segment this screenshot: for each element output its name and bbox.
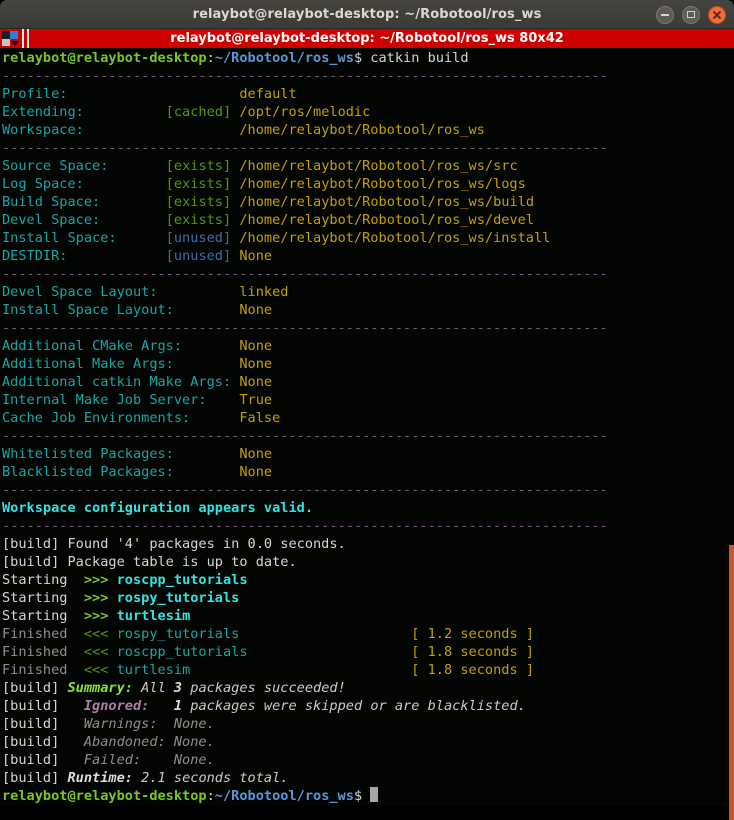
terminal-line: Devel Space: [exists] /home/relaybot/Rob… (2, 212, 535, 228)
terminal-window: relaybot@relaybot-desktop: ~/Robotool/ro… (0, 0, 734, 820)
terminal-line: relaybot@relaybot-desktop:~/Robotool/ros… (2, 787, 734, 805)
grid-cell-gray (2, 39, 10, 46)
terminal-line: relaybot@relaybot-desktop:~/Robotool/ros… (2, 50, 469, 66)
window-title: relaybot@relaybot-desktop: ~/Robotool/ro… (192, 6, 542, 22)
grid-cell-blue (10, 31, 18, 39)
screen-caption-bar: relaybot@relaybot-desktop: ~/Robotool/ro… (0, 29, 734, 48)
terminal-line: Workspace configuration appears valid. (2, 500, 313, 516)
terminal-line: Install Space: [unused] /home/relaybot/R… (2, 230, 551, 246)
terminal-line: [build] Ignored: 1 packages were skipped… (2, 698, 526, 714)
terminal-line: Whitelisted Packages: None (2, 446, 273, 462)
terminal-line: [build] Abandoned: None. (2, 734, 215, 750)
terminal-line: [build] Failed: None. (2, 752, 215, 768)
grid-cell-dark (2, 31, 10, 39)
terminal-content: relaybot@relaybot-desktop:~/Robotool/ros… (0, 48, 734, 806)
window-titlebar[interactable]: relaybot@relaybot-desktop: ~/Robotool/ro… (0, 0, 734, 29)
terminal-output[interactable]: relaybot@relaybot-desktop:~/Robotool/ros… (0, 48, 734, 820)
window-grid-icon (2, 31, 19, 46)
terminal-line: Install Space Layout: None (2, 302, 273, 318)
screen-caption-title: relaybot@relaybot-desktop: ~/Robotool/ro… (170, 31, 564, 46)
terminal-line: [build] Summary: All 3 packages succeede… (2, 680, 346, 696)
minimize-icon (661, 13, 669, 16)
scrollbar-thumb[interactable] (729, 545, 734, 820)
close-button[interactable] (708, 5, 726, 24)
minimize-button[interactable] (656, 5, 674, 24)
maximize-icon (687, 11, 695, 18)
terminal-line: ----------------------------------------… (2, 482, 608, 498)
terminal-line: Profile: default (2, 86, 297, 102)
terminal-line: ----------------------------------------… (2, 518, 608, 534)
terminal-line: [build] Runtime: 2.1 seconds total. (2, 770, 289, 786)
terminal-line: Internal Make Job Server: True (2, 392, 273, 408)
terminal-line: Blacklisted Packages: None (2, 464, 273, 480)
terminal-line: Finished <<< rospy_tutorials [ 1.2 secon… (2, 626, 534, 642)
terminal-line: Devel Space Layout: linked (2, 284, 289, 300)
close-icon (712, 10, 722, 20)
terminal-line: Starting >>> rospy_tutorials (2, 590, 240, 606)
terminal-line: Starting >>> turtlesim (2, 608, 191, 624)
terminal-line: Extending: [cached] /opt/ros/melodic (2, 104, 371, 120)
terminal-line: Cache Job Environments: False (2, 410, 281, 426)
terminal-line: Finished <<< turtlesim [ 1.8 seconds ] (2, 662, 535, 678)
terminal-line: Additional catkin Make Args: None (2, 374, 273, 390)
terminal-line: Log Space: [exists] /home/relaybot/Robot… (2, 176, 526, 192)
terminal-line: ----------------------------------------… (2, 68, 608, 84)
terminal-line: [build] Package table is up to date. (2, 554, 297, 570)
terminal-line: ----------------------------------------… (2, 266, 608, 282)
terminal-line: ----------------------------------------… (2, 320, 608, 336)
terminal-line: Starting >>> roscpp_tutorials (2, 572, 248, 588)
terminal-line: ----------------------------------------… (2, 428, 608, 444)
terminal-line: Finished <<< roscpp_tutorials [ 1.8 seco… (2, 644, 534, 660)
terminal-line: Additional Make Args: None (2, 356, 273, 372)
window-controls (648, 0, 726, 29)
terminal-line: [build] Warnings: None. (2, 716, 215, 732)
terminal-line: ----------------------------------------… (2, 140, 608, 156)
terminal-line: Build Space: [exists] /home/relaybot/Rob… (2, 194, 535, 210)
terminal-cursor (370, 787, 379, 802)
maximize-button[interactable] (682, 5, 700, 24)
double-bar-icon (22, 29, 32, 48)
dropdown-arrow-icon (10, 39, 19, 46)
terminal-line: Workspace: /home/relaybot/Robotool/ros_w… (2, 122, 485, 138)
terminal-line: DESTDIR: [unused] None (2, 248, 273, 264)
terminal-line: Source Space: [exists] /home/relaybot/Ro… (2, 158, 518, 174)
terminal-line: [build] Found '4' packages in 0.0 second… (2, 536, 346, 552)
terminal-line: Additional CMake Args: None (2, 338, 273, 354)
